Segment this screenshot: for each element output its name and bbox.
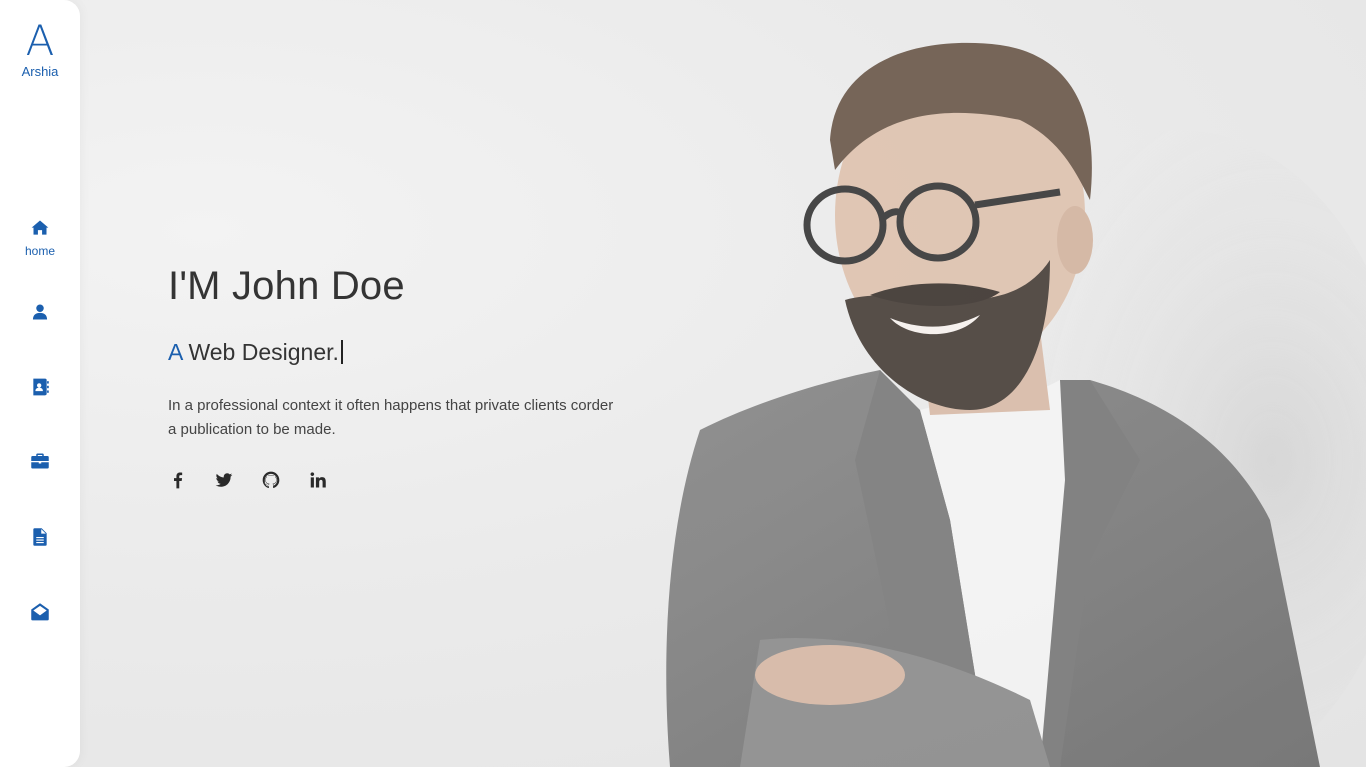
logo-letter: A (25, 16, 55, 65)
logo[interactable]: A Arshia (0, 16, 80, 80)
sidebar-item-contacts[interactable] (0, 377, 80, 397)
hero-subtitle-text: Web Designer. (188, 339, 339, 365)
social-links (168, 470, 628, 492)
twitter-link[interactable] (214, 470, 234, 490)
facebook-link[interactable] (168, 470, 188, 490)
hero-title: I'M John Doe (168, 264, 405, 308)
envelope-open-icon (31, 603, 49, 621)
document-icon (33, 528, 47, 546)
sidebar-item-resume[interactable] (0, 527, 80, 547)
sidebar-item-portfolio[interactable] (0, 451, 80, 471)
address-book-icon (33, 378, 49, 396)
sidebar-item-contact[interactable] (0, 602, 80, 622)
linkedin-link[interactable] (307, 470, 327, 490)
facebook-icon (174, 472, 183, 489)
sidebar-item-label: home (24, 244, 56, 258)
hero-subtitle-prefix: A (168, 339, 183, 365)
hero-section: I'M John Doe A Web Designer. In a profes… (168, 258, 628, 492)
hero-photo (666, 42, 1366, 767)
twitter-icon (216, 473, 233, 487)
home-icon (31, 220, 49, 235)
portfolio-page: A Arshia home I'M John Doe A Web Designe… (0, 0, 1366, 767)
hero-description: In a professional context it often happe… (168, 397, 614, 438)
sidebar-item-home[interactable]: home (0, 218, 80, 258)
sidebar-item-about[interactable] (0, 302, 80, 322)
sidebar: A Arshia home (0, 0, 80, 767)
briefcase-icon (31, 453, 49, 469)
linkedin-icon (310, 472, 327, 488)
hero-subtitle: A Web Designer. (168, 336, 628, 368)
github-link[interactable] (261, 470, 281, 490)
github-icon (262, 471, 280, 489)
user-icon (32, 304, 48, 320)
typing-caret (340, 340, 343, 364)
logo-name: Arshia (21, 64, 59, 79)
